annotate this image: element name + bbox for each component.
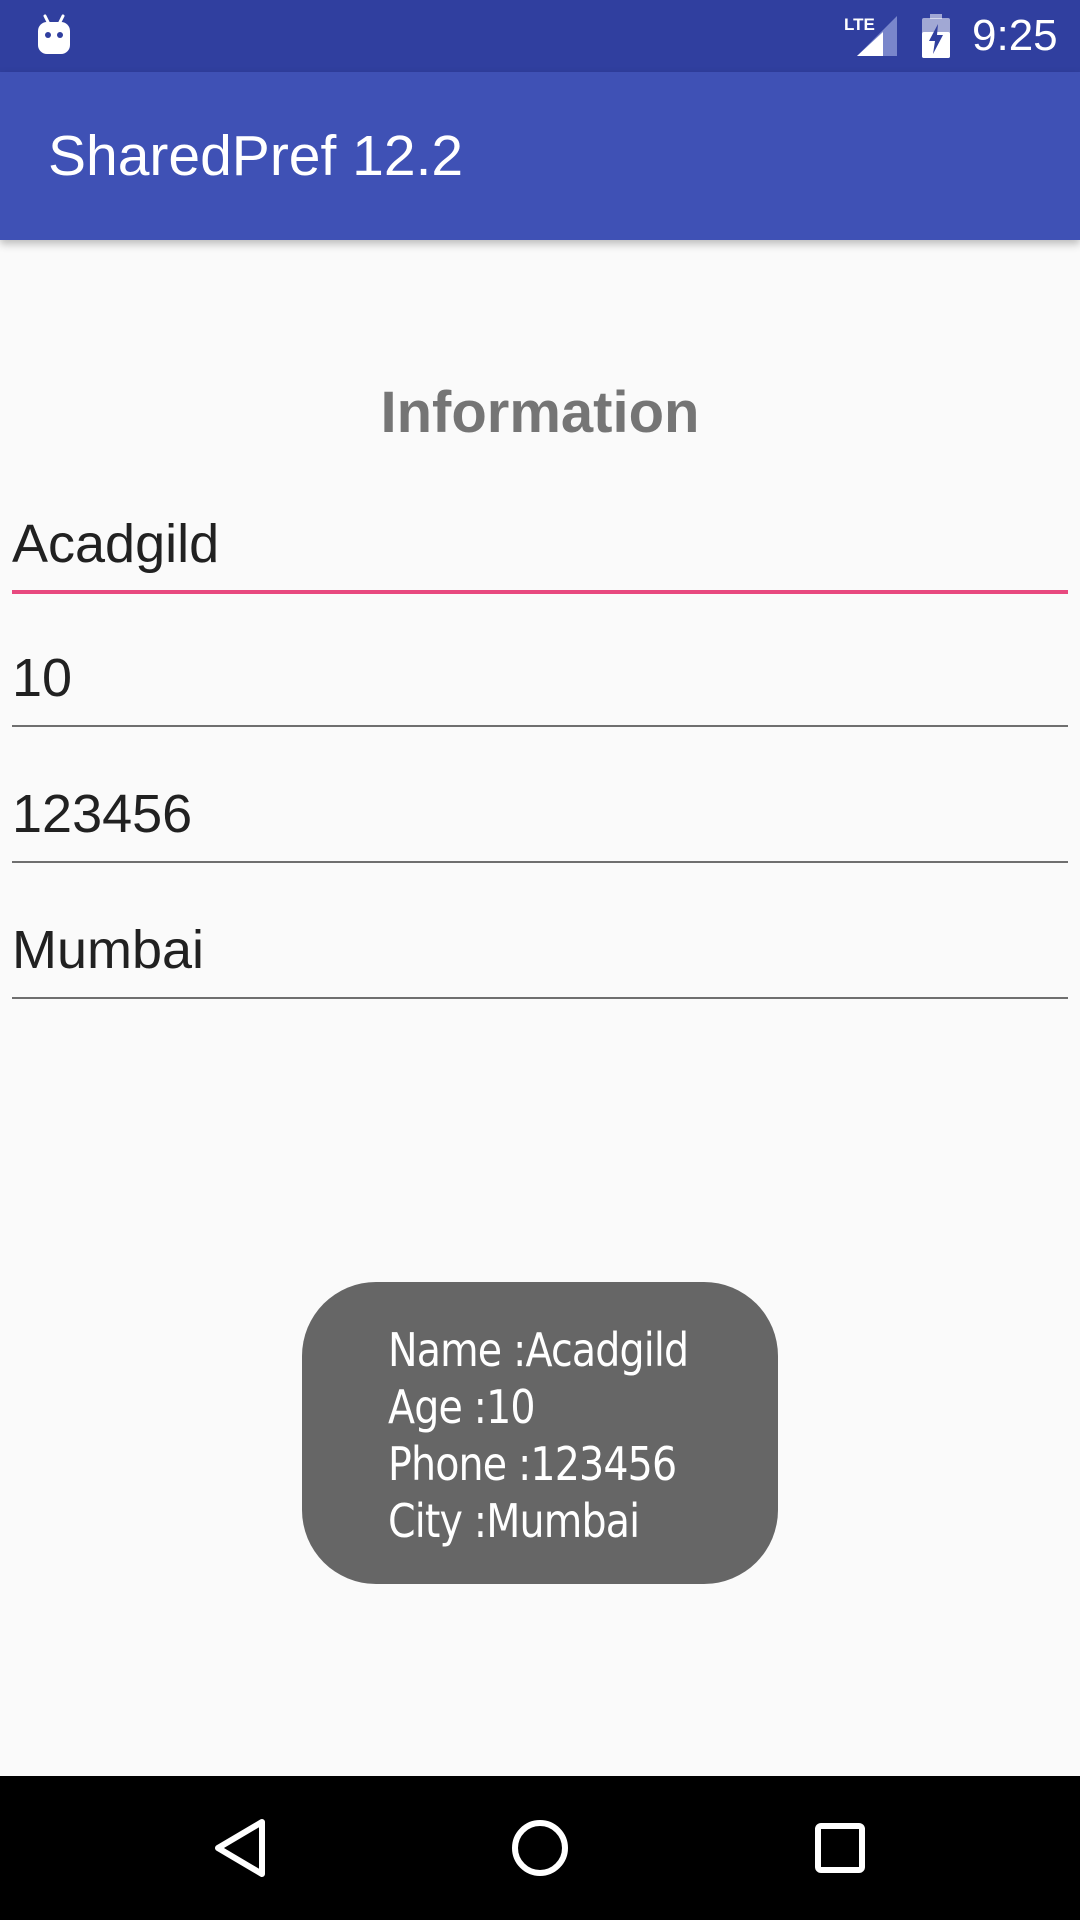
- navigation-bar: [0, 1776, 1080, 1920]
- age-field[interactable]: [12, 631, 1068, 727]
- name-field[interactable]: [12, 498, 1068, 594]
- lte-label: LTE: [844, 15, 875, 34]
- recents-button[interactable]: [796, 1804, 884, 1892]
- back-button[interactable]: [196, 1804, 284, 1892]
- phone-field[interactable]: [12, 767, 1068, 863]
- home-button[interactable]: [496, 1804, 584, 1892]
- city-field[interactable]: [12, 903, 1068, 999]
- android-icon: [38, 14, 70, 54]
- home-icon: [512, 1820, 568, 1876]
- battery-charging-icon: [922, 14, 950, 58]
- recents-icon: [815, 1823, 865, 1873]
- toast-city-line: City :Mumbai: [388, 1494, 640, 1548]
- information-heading: Information: [380, 380, 700, 445]
- app-bar: SharedPref 12.2: [0, 72, 1080, 240]
- toast-phone-line: Phone :123456: [388, 1437, 677, 1491]
- app-title: SharedPref 12.2: [48, 124, 464, 188]
- toast-message: Name :Acadgild Age :10 Phone :123456 Cit…: [302, 1282, 778, 1584]
- screen: LTE 9:25 SharedPref 12.2 Information Nam…: [0, 0, 1080, 1920]
- status-bar: LTE 9:25: [0, 0, 1080, 72]
- back-icon: [215, 1819, 265, 1877]
- toast-name-line: Name :Acadgild: [388, 1323, 689, 1377]
- toast-age-line: Age :10: [388, 1380, 536, 1434]
- signal-icon: LTE: [844, 15, 897, 56]
- status-time: 9:25: [972, 11, 1058, 60]
